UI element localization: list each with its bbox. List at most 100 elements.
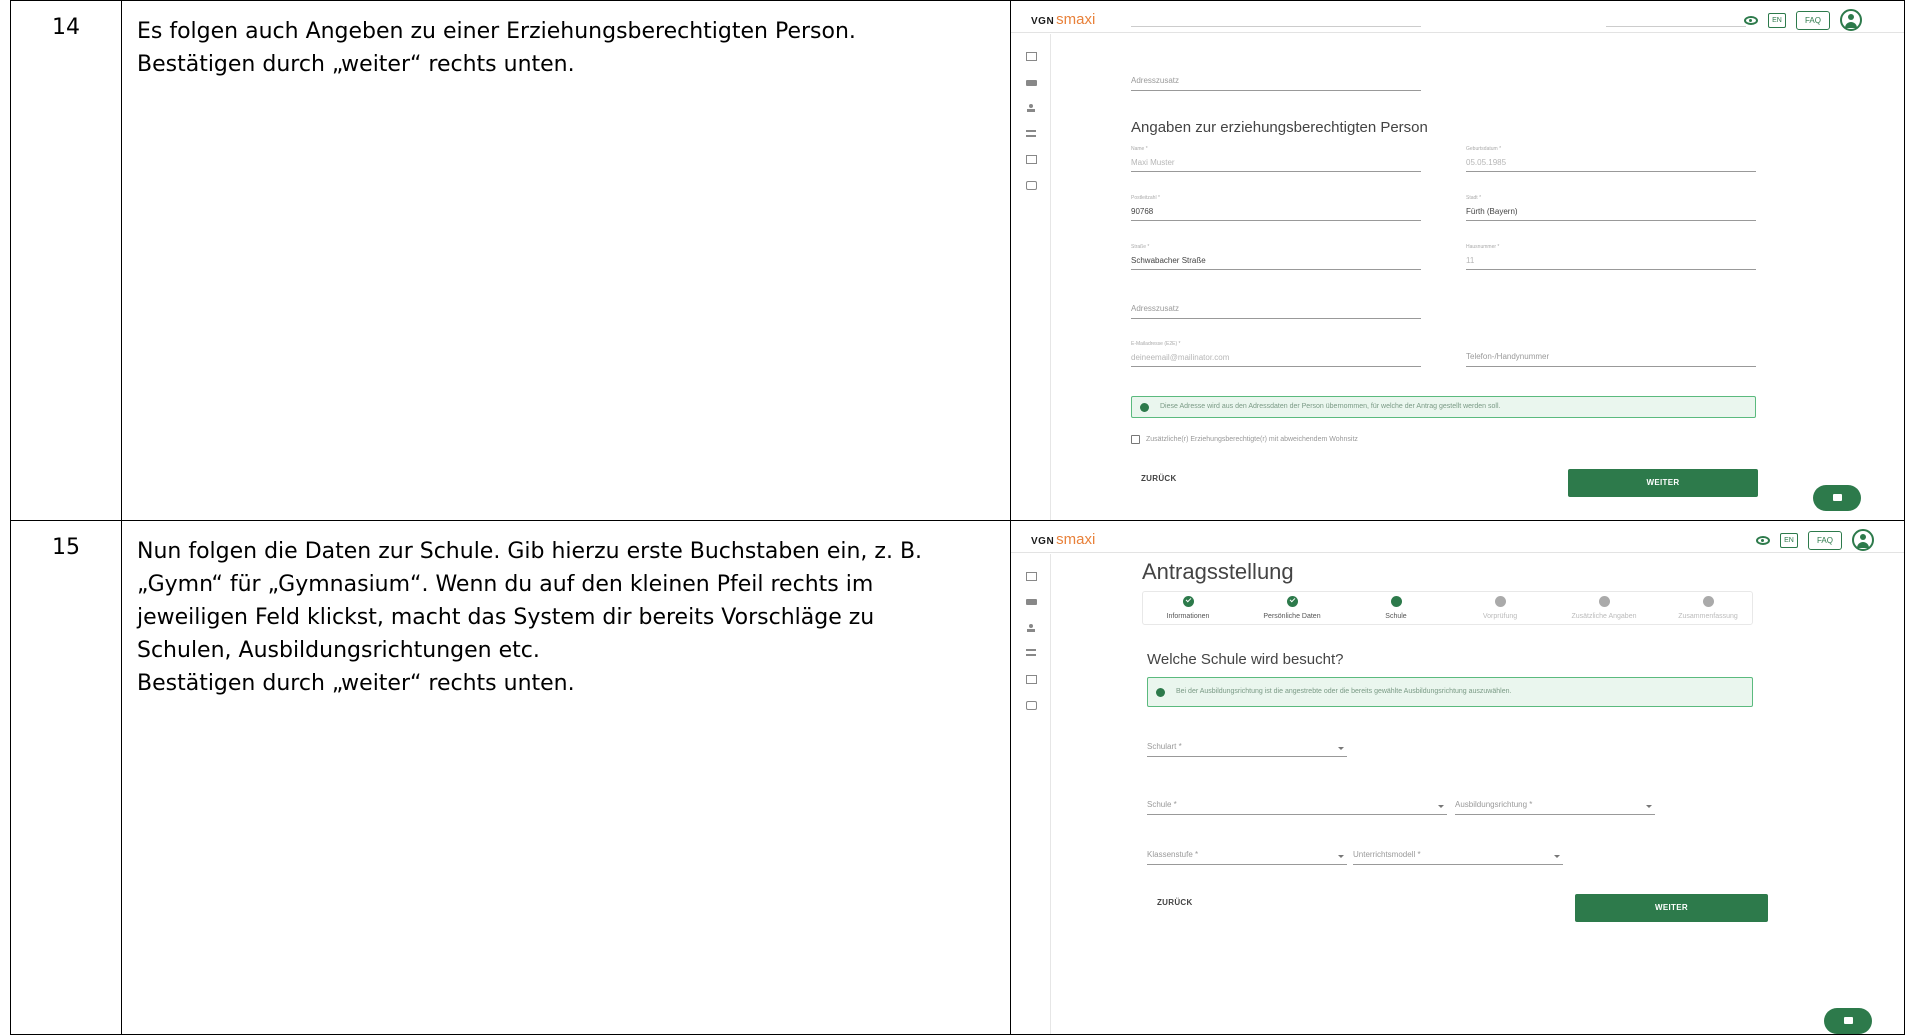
step-label: Schule (1385, 613, 1407, 620)
step-done-icon (1182, 596, 1194, 607)
step-text-line: Es folgen auch Angeben zu einer Erziehun… (137, 19, 856, 44)
step-zusammenfassung: Zusammenfassung (1663, 596, 1753, 620)
logo-vgn-text: VGN (1031, 16, 1055, 27)
step-pending-icon (1598, 596, 1610, 607)
header-actions: EN FAQ (1743, 9, 1862, 31)
step-done-icon (1286, 596, 1298, 607)
step-informationen[interactable]: Informationen (1143, 596, 1233, 620)
postal-code-field[interactable]: Postleitzahl * 90768 (1131, 195, 1421, 221)
schule-select[interactable]: Schule * (1147, 789, 1447, 815)
step-text-line: Schulen, Ausbildungsrichtungen etc. (137, 638, 540, 663)
step-persoenliche-daten[interactable]: Persönliche Daten (1247, 596, 1337, 620)
step-pending-icon (1702, 596, 1714, 607)
info-icon (1156, 688, 1165, 697)
logo-smaxi-text: smaxi (1056, 531, 1096, 548)
field-label: Straße * (1131, 244, 1150, 250)
training-info-box: Bei der Ausbildungsrichtung ist die ange… (1147, 677, 1753, 707)
guardian-birthdate-field[interactable]: Geburtsdatum * 05.05.1985 (1466, 146, 1756, 172)
chat-fab-icon[interactable] (1824, 1008, 1872, 1034)
house-number-field[interactable]: Hausnummer * 11 (1466, 244, 1756, 270)
step-description: Nun folgen die Daten zur Schule. Gib hie… (137, 535, 990, 700)
next-button[interactable]: WEITER (1568, 469, 1758, 497)
step-label: Informationen (1166, 613, 1210, 620)
faq-button[interactable]: FAQ (1807, 530, 1842, 550)
page-title: Antragsstellung (1142, 559, 1294, 584)
faq-button[interactable]: FAQ (1795, 10, 1830, 30)
header-actions: EN FAQ (1755, 529, 1874, 551)
app-header: VGN smaxi EN FAQ (1011, 521, 1904, 553)
account-avatar-icon[interactable] (1840, 9, 1862, 31)
step-active-icon (1390, 596, 1402, 607)
street-field[interactable]: Straße * Schwabacher Straße (1131, 244, 1421, 270)
step-number: 15 (52, 535, 80, 560)
additional-guardian-checkbox-row[interactable]: Zusätzliche(r) Erziehungsberechtigte(r) … (1131, 435, 1358, 444)
step-schule[interactable]: Schule (1351, 596, 1441, 620)
step-text-line: Bestätigen durch „weiter“ rechts unten. (137, 671, 575, 696)
step-number: 14 (52, 15, 80, 40)
dropdown-arrow-icon[interactable] (1338, 855, 1344, 858)
person-icon[interactable] (1026, 104, 1037, 113)
city-field[interactable]: Stadt * Fürth (Bayern) (1466, 195, 1756, 221)
field-value: Fürth (Bayern) (1466, 207, 1518, 216)
field-label: Name * (1131, 146, 1148, 152)
folder-icon[interactable] (1026, 80, 1037, 86)
step-zusaetzliche-angaben: Zusätzliche Angaben (1559, 596, 1649, 620)
screen-icon[interactable] (1026, 675, 1037, 684)
field-value: 11 (1466, 256, 1475, 265)
folder-icon[interactable] (1026, 599, 1037, 605)
chat-fab-icon[interactable] (1813, 485, 1861, 511)
progress-stepper: Informationen Persönliche Daten Schule V… (1142, 591, 1753, 625)
accessibility-eye-icon[interactable] (1743, 15, 1758, 25)
klassenstufe-select[interactable]: Klassenstufe * (1147, 839, 1347, 865)
phone-field[interactable]: Telefon-/Handynummer (1466, 341, 1756, 367)
adresszusatz-field-top[interactable]: Adresszusatz (1131, 65, 1421, 91)
field-value: deineemail@mailinator.com (1131, 353, 1230, 362)
info-icon (1140, 403, 1149, 412)
chat-icon[interactable] (1026, 181, 1037, 190)
field-value: Maxi Muster (1131, 158, 1175, 167)
back-button[interactable]: ZURÜCK (1141, 474, 1177, 483)
app-screenshot-school: VGN smaxi EN FAQ Antragsstellung Informa… (1011, 521, 1904, 1034)
sidebar (1011, 554, 1051, 1034)
logo-vgn-text: VGN (1031, 536, 1055, 547)
step-label: Zusätzliche Angaben (1571, 613, 1637, 620)
unterrichtsmodell-select[interactable]: Unterrichtsmodell * (1353, 839, 1563, 865)
email-field[interactable]: E-Mailadresse (E2E) * deineemail@mailina… (1131, 341, 1421, 367)
dropdown-arrow-icon[interactable] (1554, 855, 1560, 858)
field-placeholder: Klassenstufe * (1147, 850, 1199, 859)
back-button[interactable]: ZURÜCK (1157, 898, 1193, 907)
dashboard-grid-icon[interactable] (1026, 572, 1037, 581)
field-value: Schwabacher Straße (1131, 256, 1206, 265)
step-description: Es folgen auch Angeben zu einer Erziehun… (137, 15, 990, 81)
chat-icon[interactable] (1026, 701, 1037, 710)
vgn-smaxi-logo[interactable]: VGN smaxi (1031, 11, 1095, 28)
step-text-line: Nun folgen die Daten zur Schule. Gib hie… (137, 539, 923, 564)
dropdown-arrow-icon[interactable] (1438, 805, 1444, 808)
person-icon[interactable] (1026, 624, 1037, 633)
next-button[interactable]: WEITER (1575, 894, 1768, 922)
accessibility-eye-icon[interactable] (1755, 535, 1770, 545)
ausbildungsrichtung-select[interactable]: Ausbildungsrichtung * (1455, 789, 1655, 815)
language-switch[interactable]: EN (1767, 12, 1786, 28)
field-value: 05.05.1985 (1466, 158, 1507, 167)
screen-icon[interactable] (1026, 155, 1037, 164)
vgn-smaxi-logo[interactable]: VGN smaxi (1031, 531, 1095, 548)
dropdown-arrow-icon[interactable] (1646, 805, 1652, 808)
field-value: 90768 (1131, 207, 1154, 216)
schulart-select[interactable]: Schulart * (1147, 731, 1347, 757)
guardian-name-field[interactable]: Name * Maxi Muster (1131, 146, 1421, 172)
adresszusatz-field[interactable]: Adresszusatz (1131, 293, 1421, 319)
language-switch[interactable]: EN (1779, 532, 1798, 548)
dashboard-grid-icon[interactable] (1026, 52, 1037, 61)
person-list-icon[interactable] (1026, 130, 1036, 137)
info-text: Diese Adresse wird aus den Adressdaten d… (1160, 403, 1501, 410)
additional-guardian-checkbox[interactable] (1131, 435, 1140, 444)
field-label: Stadt * (1466, 195, 1482, 201)
app-screenshot-guardian: VGN smaxi EN FAQ Adresszusatz Angaben zu… (1011, 1, 1904, 520)
dropdown-arrow-icon[interactable] (1338, 747, 1344, 750)
person-list-icon[interactable] (1026, 649, 1036, 656)
account-avatar-icon[interactable] (1852, 529, 1874, 551)
info-text: Bei der Ausbildungsrichtung ist die ange… (1176, 688, 1512, 695)
step-description-cell: Nun folgen die Daten zur Schule. Gib hie… (121, 520, 1011, 1035)
step-number-cell: 14 (10, 0, 122, 521)
